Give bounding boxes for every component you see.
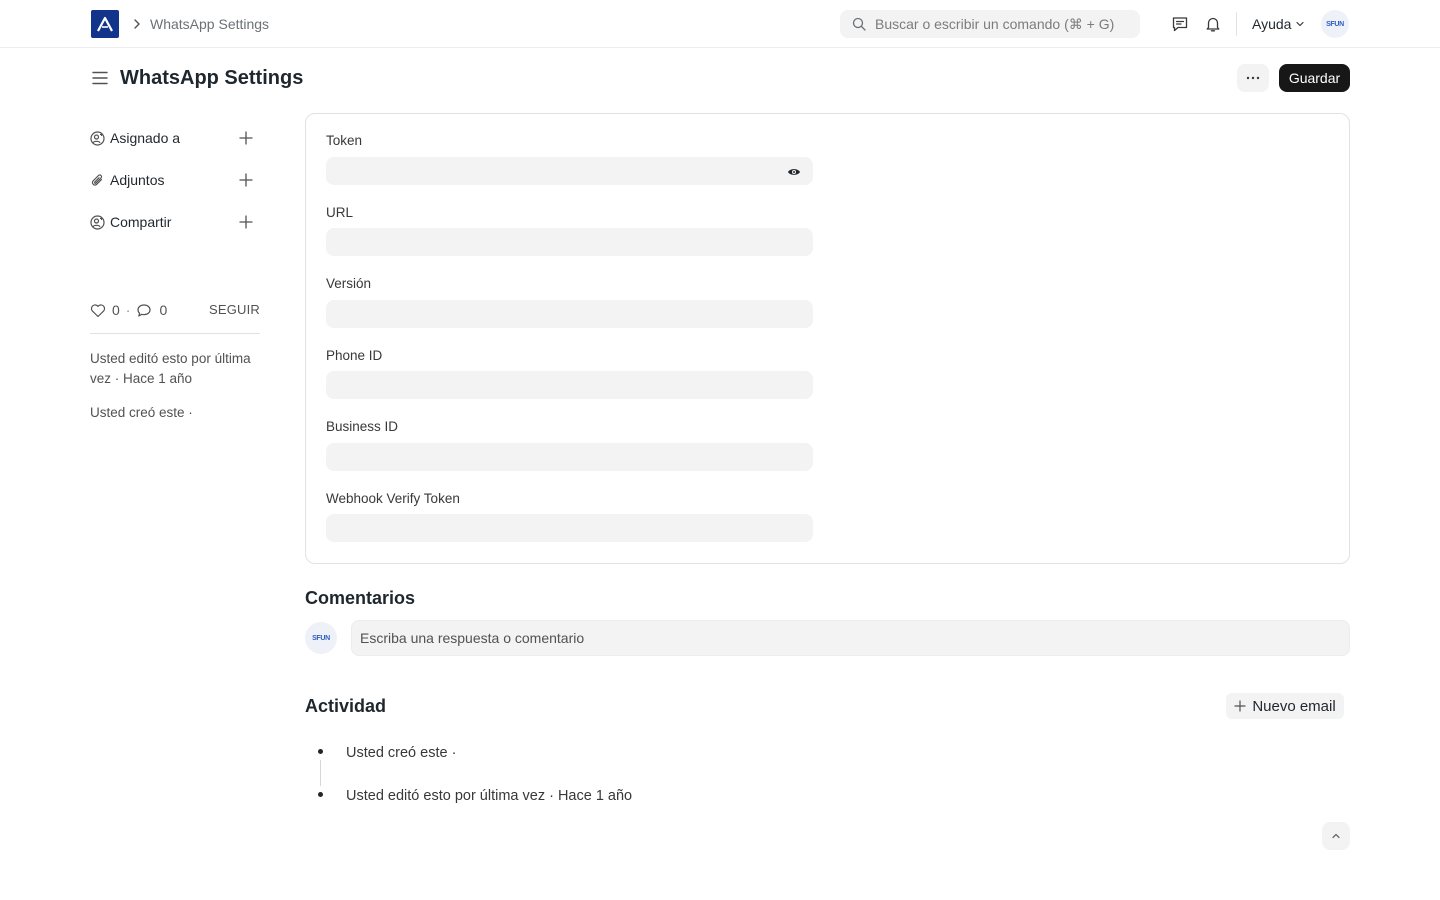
user-avatar-text: SFUN xyxy=(1326,20,1344,28)
comment-avatar-text: SFUN xyxy=(312,634,330,642)
sidebar-toggle-icon[interactable] xyxy=(92,71,108,85)
sidebar-assigned-to[interactable]: Asignado a xyxy=(90,128,260,148)
activity-item-edited: Usted editó esto por última vez · Hace 1… xyxy=(346,788,633,804)
phone-id-input[interactable] xyxy=(326,371,813,399)
sidebar-attachments-label: Adjuntos xyxy=(110,172,165,188)
comment-icon[interactable] xyxy=(136,303,152,318)
navbar: WhatsApp Settings Ayuda SFUN xyxy=(0,0,1440,48)
ellipsis-icon xyxy=(1246,76,1260,80)
phone-id-label: Phone ID xyxy=(326,348,383,363)
webhook-verify-token-input[interactable] xyxy=(326,514,813,542)
user-assign-icon xyxy=(90,130,105,146)
token-label: Token xyxy=(326,133,363,148)
token-input[interactable] xyxy=(326,157,813,185)
plus-icon xyxy=(1234,700,1246,712)
sidebar-attachments[interactable]: Adjuntos xyxy=(90,170,260,190)
help-label: Ayuda xyxy=(1252,16,1292,32)
version-label: Versión xyxy=(326,276,372,291)
url-input[interactable] xyxy=(326,228,813,256)
url-label: URL xyxy=(326,205,354,220)
likes-count: 0 xyxy=(112,302,120,318)
search-bar[interactable] xyxy=(840,10,1140,38)
activity-item-created: Usted creó este · xyxy=(346,745,457,761)
chevron-down-icon xyxy=(1296,21,1305,27)
new-email-label: Nuevo email xyxy=(1252,697,1336,715)
webhook-verify-token-label: Webhook Verify Token xyxy=(326,491,460,506)
search-icon xyxy=(852,17,866,31)
timeline-dot xyxy=(318,792,323,797)
sidebar-divider xyxy=(90,333,260,334)
breadcrumb-current[interactable]: WhatsApp Settings xyxy=(150,16,269,32)
scroll-to-top-button[interactable] xyxy=(1322,822,1350,850)
save-button[interactable]: Guardar xyxy=(1279,64,1350,92)
comment-avatar: SFUN xyxy=(305,622,337,654)
comments-title: Comentarios xyxy=(305,588,416,608)
business-id-label: Business ID xyxy=(326,419,399,434)
follow-button[interactable]: SEGUIR xyxy=(209,302,260,317)
sidebar-share[interactable]: Compartir xyxy=(90,212,260,232)
app-logo[interactable] xyxy=(91,10,119,38)
stats-separator: · xyxy=(125,302,131,318)
sidebar-created: Usted creó este · xyxy=(90,405,193,420)
sidebar-last-edited: Usted editó esto por última vez · Hace 1… xyxy=(90,351,251,386)
chevron-up-icon xyxy=(1332,833,1340,839)
logo-mark-icon xyxy=(97,16,113,32)
activity-title: Actividad xyxy=(305,696,387,716)
navbar-divider xyxy=(1236,12,1237,36)
business-id-input[interactable] xyxy=(326,443,813,471)
more-actions-button[interactable] xyxy=(1237,64,1269,92)
timeline-dot xyxy=(318,749,323,754)
share-user-icon xyxy=(90,214,105,230)
search-input[interactable] xyxy=(875,10,1135,38)
sidebar-stats: 0 · 0 SEGUIR xyxy=(90,300,260,320)
chevron-right-icon xyxy=(134,19,140,29)
help-dropdown[interactable]: Ayuda xyxy=(1252,16,1305,32)
bell-icon[interactable] xyxy=(1204,15,1222,33)
eye-icon[interactable] xyxy=(787,166,801,178)
heart-icon[interactable] xyxy=(90,303,106,318)
page-title: WhatsApp Settings xyxy=(120,67,304,89)
add-share-icon[interactable] xyxy=(238,214,254,230)
timeline-line xyxy=(320,760,321,786)
add-attachment-icon[interactable] xyxy=(238,172,254,188)
comments-count: 0 xyxy=(159,302,168,318)
user-avatar[interactable]: SFUN xyxy=(1321,10,1349,38)
sidebar-share-label: Compartir xyxy=(110,214,172,230)
version-input[interactable] xyxy=(326,300,813,328)
sidebar-assigned-label: Asignado a xyxy=(110,130,181,146)
add-assignee-icon[interactable] xyxy=(238,130,254,146)
paperclip-icon xyxy=(91,173,103,186)
comment-box[interactable] xyxy=(351,620,1350,656)
comment-input[interactable] xyxy=(352,621,1349,655)
new-email-button[interactable]: Nuevo email xyxy=(1226,693,1344,719)
chat-icon[interactable] xyxy=(1171,15,1189,33)
